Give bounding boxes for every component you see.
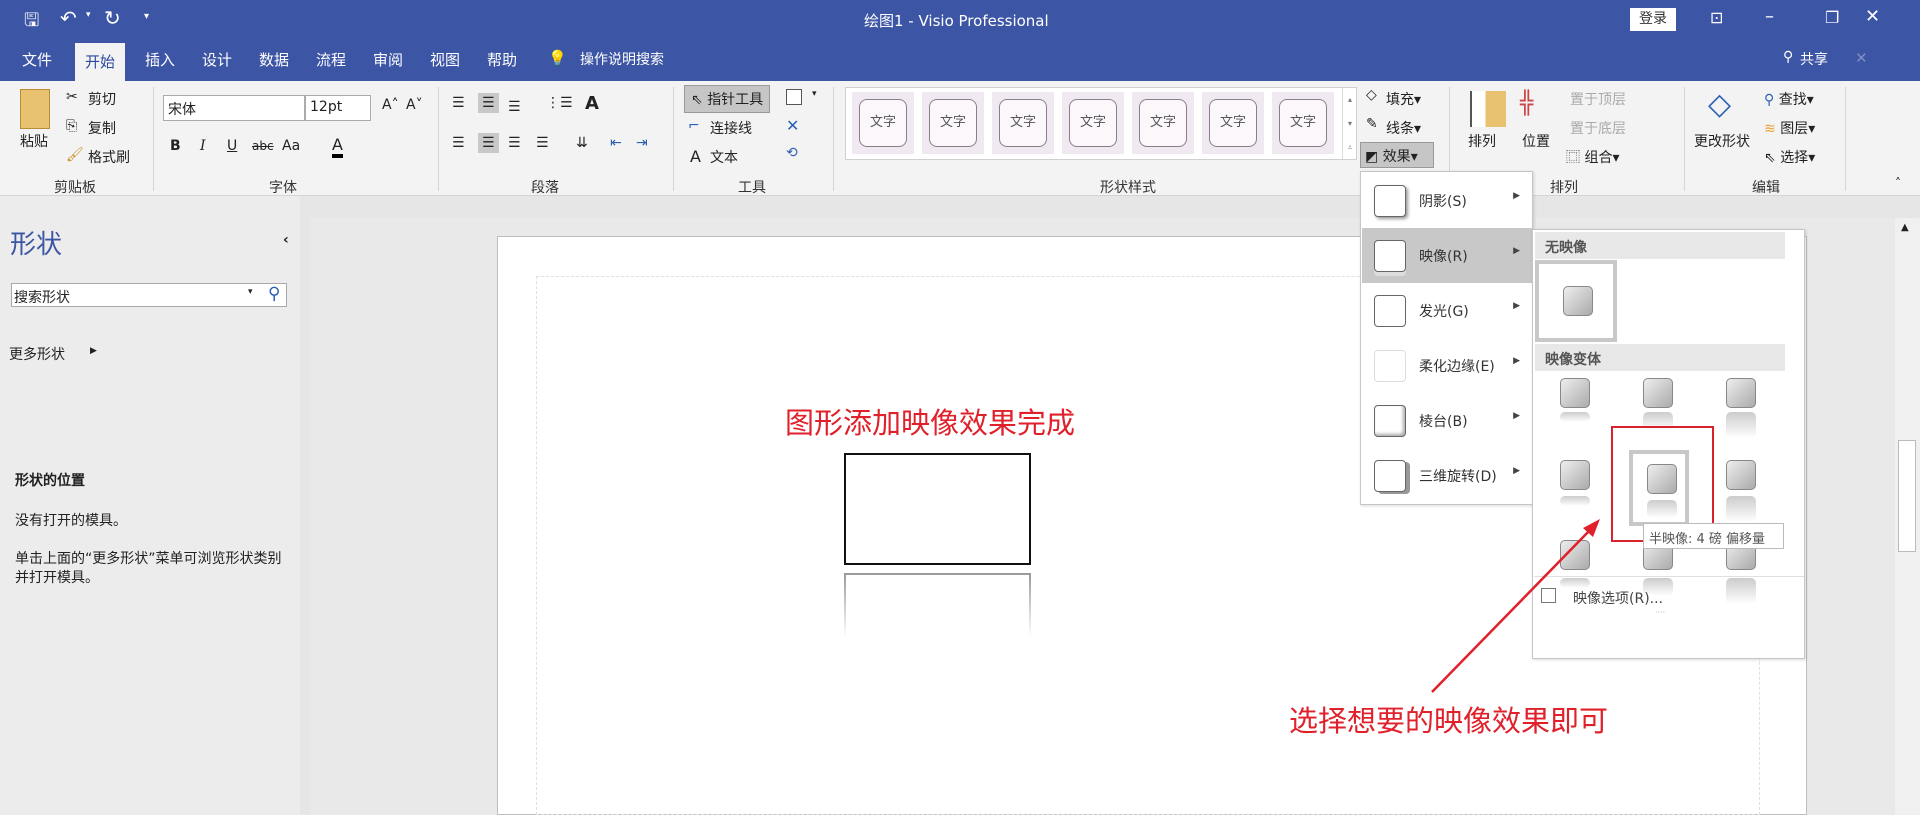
annotation-arrow (1431, 519, 1600, 693)
